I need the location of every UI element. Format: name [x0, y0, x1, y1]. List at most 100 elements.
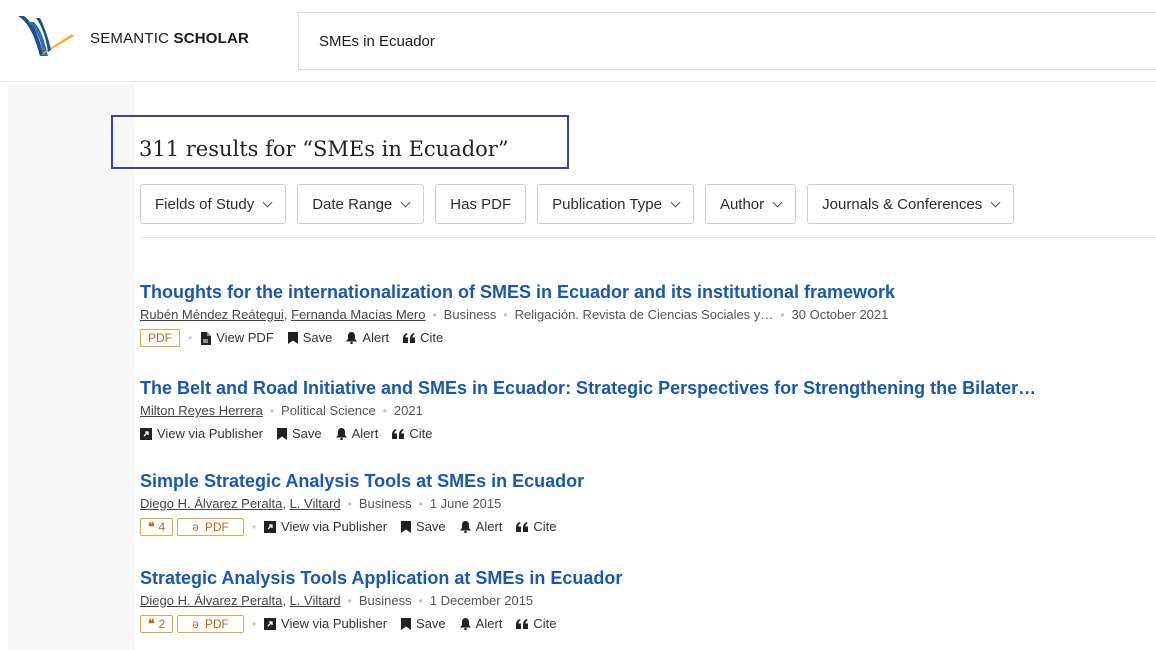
separator-dot: •	[503, 308, 508, 322]
alert-button[interactable]: Alert	[459, 615, 502, 633]
venue[interactable]: Religación. Revista de Ciencias Sociales…	[515, 307, 774, 323]
publication-date: 30 October 2021	[791, 307, 889, 322]
result-meta: Diego H. Álvarez Peralta, L. Viltard • B…	[140, 593, 622, 609]
author-link[interactable]: Diego H. Álvarez Peralta	[140, 496, 282, 512]
result-meta: Rubén Méndez Reátegui, Fernanda Macías M…	[140, 307, 895, 323]
author-link[interactable]: Fernanda Macías Mero	[291, 307, 425, 323]
brand-name[interactable]: SEMANTIC SCHOLAR	[90, 30, 249, 47]
author-link[interactable]: L. Viltard	[290, 496, 341, 512]
separator-dot: •	[780, 308, 785, 322]
search-input[interactable]	[319, 29, 1019, 53]
bell-icon	[346, 332, 358, 344]
save-button[interactable]: Save	[401, 518, 446, 536]
separator-dot: •	[382, 404, 387, 418]
bookmark-icon	[287, 332, 298, 344]
author-link[interactable]: Rubén Méndez Reátegui	[140, 307, 284, 323]
result-actions: View via Publisher Save Alert Cite	[140, 425, 1036, 443]
result-title[interactable]: Thoughts for the internationalization of…	[140, 281, 895, 303]
results-heading-box: 311 results for “SMEs in Ecuador”	[111, 115, 569, 169]
filter-date-range[interactable]: Date Range	[297, 184, 425, 224]
field-of-study: Political Science	[281, 403, 376, 418]
separator-dot: •	[269, 404, 275, 418]
publication-date: 1 December 2015	[429, 593, 534, 608]
open-access-icon: ə	[192, 520, 199, 534]
filter-publication-type[interactable]: Publication Type	[537, 184, 694, 224]
external-link-icon	[140, 428, 152, 440]
quote-icon	[516, 619, 529, 629]
alert-button[interactable]: Alert	[346, 329, 389, 347]
logo-icon[interactable]	[14, 12, 74, 64]
chevron-down-icon	[772, 197, 783, 207]
results-heading: 311 results for “SMEs in Ecuador”	[139, 137, 509, 161]
bookmark-icon	[401, 521, 412, 533]
pdf-badge[interactable]: PDF	[140, 329, 180, 347]
separator-dot: •	[251, 617, 257, 631]
filter-author[interactable]: Author	[704, 184, 797, 224]
filter-bar: Fields of Study Date Range Has PDF Publi…	[140, 184, 1015, 224]
quote-icon: ❝	[148, 520, 155, 534]
pdf-badge[interactable]: ə PDF	[177, 615, 244, 633]
separator-dot: •	[251, 520, 257, 534]
filter-fields-of-study[interactable]: Fields of Study	[140, 184, 287, 224]
result-actions: ❝ 4 ə PDF • View via Publisher Save Alert …	[140, 518, 584, 536]
bookmark-icon	[401, 618, 412, 630]
external-link-icon	[264, 521, 277, 533]
citation-count-badge[interactable]: ❝ 2	[140, 615, 174, 633]
author-link[interactable]: Diego H. Álvarez Peralta	[140, 593, 282, 609]
top-header: SEMANTIC SCHOLAR	[0, 0, 1156, 82]
cite-button[interactable]: Cite	[403, 329, 443, 347]
alert-button[interactable]: Alert	[335, 425, 378, 443]
view-via-publisher-button[interactable]: View via Publisher	[264, 615, 387, 633]
result-title[interactable]: The Belt and Road Initiative and SMEs in…	[140, 377, 1036, 399]
separator-dot: •	[347, 594, 352, 608]
result-title[interactable]: Simple Strategic Analysis Tools at SMEs …	[140, 470, 584, 492]
field-of-study: Business	[358, 593, 412, 608]
search-result: Thoughts for the internationalization of…	[140, 281, 895, 347]
filter-label: Author	[719, 195, 765, 213]
save-button[interactable]: Save	[287, 329, 332, 347]
view-via-publisher-button[interactable]: View via Publisher	[140, 425, 263, 443]
bookmark-icon	[276, 428, 287, 440]
save-button[interactable]: Save	[401, 615, 446, 633]
cite-button[interactable]: Cite	[392, 425, 432, 443]
filter-has-pdf[interactable]: Has PDF	[435, 184, 527, 224]
pdf-file-icon	[201, 331, 212, 345]
result-actions: ❝ 2 ə PDF • View via Publisher Save Alert …	[140, 615, 622, 633]
citation-count-badge[interactable]: ❝ 4	[140, 518, 174, 536]
author-separator: ,	[282, 496, 290, 511]
result-meta: Diego H. Álvarez Peralta, L. Viltard • B…	[140, 496, 584, 512]
search-result: The Belt and Road Initiative and SMEs in…	[140, 377, 1036, 443]
quote-icon	[516, 522, 529, 532]
view-via-publisher-button[interactable]: View via Publisher	[264, 518, 387, 536]
save-button[interactable]: Save	[276, 425, 322, 443]
filter-label: Has PDF	[450, 195, 512, 213]
search-result: Simple Strategic Analysis Tools at SMEs …	[140, 470, 584, 536]
open-access-icon: ə	[192, 617, 199, 631]
quote-icon	[403, 333, 416, 343]
search-result: Strategic Analysis Tools Application at …	[140, 567, 622, 633]
author-separator: ,	[283, 307, 292, 322]
quote-icon	[392, 429, 405, 439]
bell-icon	[459, 618, 471, 630]
filter-label: Fields of Study	[155, 195, 255, 213]
author-link[interactable]: L. Viltard	[290, 593, 341, 609]
filter-label: Journals & Conferences	[822, 195, 983, 213]
bell-icon	[335, 428, 347, 440]
view-pdf-button[interactable]: View PDF	[200, 329, 274, 347]
result-title[interactable]: Strategic Analysis Tools Application at …	[140, 567, 622, 589]
result-meta: Milton Reyes Herrera • Political Science…	[140, 403, 1036, 419]
separator-dot: •	[432, 308, 437, 322]
quote-icon: ❝	[148, 617, 155, 631]
alert-button[interactable]: Alert	[459, 518, 502, 536]
external-link-icon	[264, 618, 277, 630]
cite-button[interactable]: Cite	[516, 615, 557, 633]
pdf-badge[interactable]: ə PDF	[177, 518, 244, 536]
author-separator: ,	[282, 593, 290, 608]
author-link[interactable]: Milton Reyes Herrera	[140, 403, 263, 419]
cite-button[interactable]: Cite	[516, 518, 557, 536]
search-bar[interactable]	[298, 12, 1156, 70]
separator-dot: •	[418, 497, 423, 511]
filter-journals-conferences[interactable]: Journals & Conferences	[807, 184, 1015, 224]
field-of-study: Business	[358, 496, 412, 511]
chevron-down-icon	[400, 197, 411, 207]
